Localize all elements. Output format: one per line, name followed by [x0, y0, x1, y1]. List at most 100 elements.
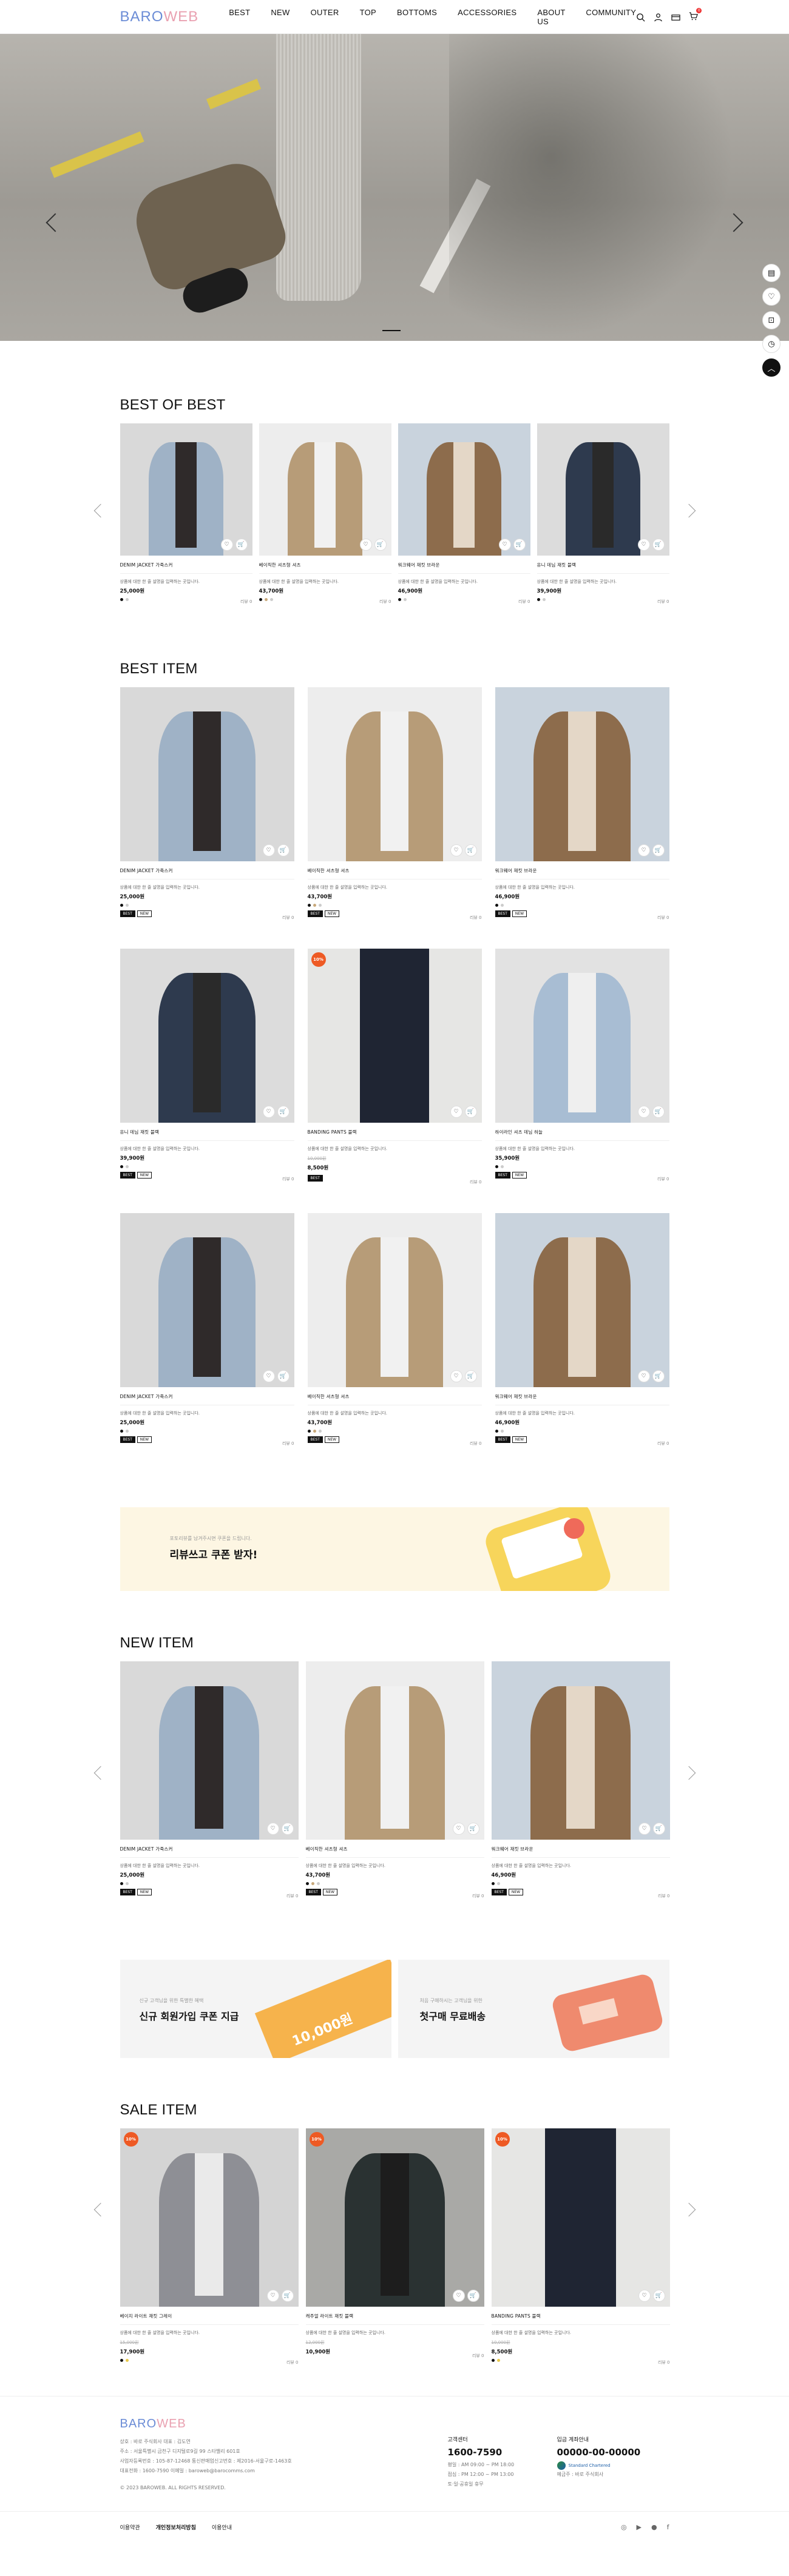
nav-about-us[interactable]: ABOUT US [537, 8, 565, 26]
facebook-icon[interactable]: f [667, 2523, 669, 2531]
next-arrow-icon[interactable] [682, 1766, 696, 1780]
hero-slider[interactable] [0, 34, 789, 341]
product-image[interactable]: ♡ 🛒 [495, 687, 669, 861]
product-name[interactable]: 캐주얼 라이트 재킷 블랙 [305, 2313, 484, 2325]
product-card[interactable]: ♡ 🛒 베이직한 셔츠형 셔츠 상품에 대한 한 줄 설명을 입력하는 곳입니다.… [307, 687, 482, 921]
product-card[interactable]: 10% ♡ 🛒 BANDING PANTS 블랙 상품에 대한 한 줄 설명을 입력… [491, 2128, 670, 2366]
heart-icon[interactable]: ♡ [266, 1823, 279, 1835]
product-name[interactable]: 워크웨어 재킷 브라운 [495, 867, 669, 879]
cart-icon[interactable]: 🛒 [464, 1106, 477, 1118]
product-name[interactable]: 베이직한 셔츠형 셔츠 [307, 1393, 482, 1405]
prev-arrow-icon[interactable] [93, 503, 107, 518]
product-name[interactable]: BANDING PANTS 블랙 [491, 2313, 670, 2325]
cs-phone[interactable]: 1600-7590 [448, 2447, 557, 2458]
nav-new[interactable]: NEW [271, 8, 290, 26]
product-name[interactable]: 워크웨어 재킷 브라운 [491, 1846, 670, 1858]
cart-icon[interactable]: 🛒 [374, 539, 387, 551]
product-image[interactable]: 10% ♡ 🛒 [491, 2128, 670, 2307]
heart-icon[interactable]: ♡ [266, 2290, 279, 2302]
prev-arrow-icon[interactable] [93, 1766, 107, 1780]
review-coupon-banner[interactable]: 포토리뷰를 남겨주시면 쿠폰을 드립니다. 리뷰쓰고 쿠폰 받자! [120, 1507, 669, 1591]
heart-icon[interactable]: ♡ [359, 539, 372, 551]
recent-icon[interactable]: ▤ [762, 264, 781, 282]
product-card[interactable]: ♡ 🛒 DENIM JACKET 가죽스커 상품에 대한 한 줄 설명을 입력하는… [120, 423, 252, 605]
product-name[interactable]: DENIM JACKET 가죽스커 [120, 1393, 294, 1405]
heart-icon[interactable]: ♡ [450, 844, 462, 856]
search-icon[interactable] [636, 13, 645, 22]
next-arrow-icon[interactable] [682, 503, 696, 518]
product-name[interactable]: 베이직한 셔츠형 셔츠 [305, 1846, 484, 1858]
product-image[interactable]: ♡ 🛒 [491, 1661, 670, 1840]
heart-icon[interactable]: ♡ [762, 288, 781, 306]
cart-icon[interactable]: 🛒 [277, 844, 290, 856]
cart-icon[interactable]: 🛒 [464, 844, 477, 856]
product-name[interactable]: 워크웨어 재킷 브라운 [495, 1393, 669, 1405]
product-image[interactable]: ♡ 🛒 [305, 1661, 484, 1840]
product-image[interactable]: ♡ 🛒 [307, 687, 482, 861]
heart-icon[interactable]: ♡ [637, 539, 650, 551]
arrow-up-icon[interactable]: ︿ [762, 358, 781, 377]
heart-icon[interactable]: ♡ [262, 844, 275, 856]
heart-icon[interactable]: ♡ [450, 1370, 462, 1382]
product-image[interactable]: 10% ♡ 🛒 [307, 949, 482, 1123]
product-card[interactable]: ♡ 🛒 워크웨어 재킷 브라운 상품에 대한 한 줄 설명을 입력하는 곳입니다.… [398, 423, 530, 605]
product-card[interactable]: ♡ 🛒 DENIM JACKET 가죽스커 상품에 대한 한 줄 설명을 입력하는… [120, 1213, 294, 1447]
product-name[interactable]: BANDING PANTS 블랙 [307, 1129, 482, 1141]
nav-bottoms[interactable]: BOTTOMS [397, 8, 437, 26]
product-name[interactable]: 워크웨어 재킷 브라운 [398, 562, 530, 574]
nav-community[interactable]: COMMUNITY [586, 8, 636, 26]
cart-icon[interactable]: 🛒 [652, 1106, 665, 1118]
cart-icon[interactable]: 🛒 [652, 539, 665, 551]
product-name[interactable]: DENIM JACKET 가죽스커 [120, 1846, 299, 1858]
signup-coupon-banner[interactable]: 신규 고객님을 위한 특별한 혜택 신규 회원가입 쿠폰 지급 10,000원 [120, 1960, 391, 2058]
heart-icon[interactable]: ♡ [637, 844, 650, 856]
cart-icon[interactable]: 🛒 [281, 1823, 294, 1835]
product-card[interactable]: ♡ 🛒 워크웨어 재킷 브라운 상품에 대한 한 줄 설명을 입력하는 곳입니다.… [491, 1661, 670, 1899]
product-image[interactable]: 10% ♡ 🛒 [120, 2128, 299, 2307]
product-card[interactable]: ♡ 🛒 워크웨어 재킷 브라운 상품에 대한 한 줄 설명을 입력하는 곳입니다.… [495, 687, 669, 921]
product-name[interactable]: 베이직한 셔츠형 셔츠 [259, 562, 391, 574]
product-image[interactable]: ♡ 🛒 [537, 423, 669, 556]
product-image[interactable]: ♡ 🛒 [120, 423, 252, 556]
nav-accessories[interactable]: ACCESSORIES [458, 8, 516, 26]
product-image[interactable]: ♡ 🛒 [120, 1661, 299, 1840]
cart-icon[interactable]: 🛒 [464, 1370, 477, 1382]
product-card[interactable]: 10% ♡ 🛒 BANDING PANTS 블랙 상품에 대한 한 줄 설명을 입력… [307, 949, 482, 1185]
privacy-link[interactable]: 개인정보처리방침 [156, 2523, 196, 2531]
clock-icon[interactable]: ◷ [762, 335, 781, 353]
heart-icon[interactable]: ♡ [452, 2290, 465, 2302]
heart-icon[interactable]: ♡ [450, 1106, 462, 1118]
heart-icon[interactable]: ♡ [452, 1823, 465, 1835]
heart-icon[interactable]: ♡ [498, 539, 511, 551]
heart-icon[interactable]: ♡ [637, 1370, 650, 1382]
nav-outer[interactable]: OUTER [311, 8, 339, 26]
footer-logo[interactable]: BAROWEB [120, 2417, 448, 2431]
product-name[interactable]: DENIM JACKET 가죽스커 [120, 867, 294, 879]
cart-icon[interactable]: 🛒 [467, 2290, 479, 2302]
product-card[interactable]: ♡ 🛒 하이라인 셔츠 데님 하늘 상품에 대한 한 줄 설명을 입력하는 곳입니… [495, 949, 669, 1185]
product-card[interactable]: 10% ♡ 🛒 베이지 라이트 재킷 그레이 상품에 대한 한 줄 설명을 입력하는… [120, 2128, 299, 2366]
free-delivery-banner[interactable]: 처음 구매하시는 고객님을 위한 첫구매 무료배송 [398, 1960, 669, 2058]
card-icon[interactable] [671, 13, 680, 22]
product-name[interactable]: 하이라인 셔츠 데님 하늘 [495, 1129, 669, 1141]
heart-icon[interactable]: ♡ [220, 539, 233, 551]
product-image[interactable]: ♡ 🛒 [307, 1213, 482, 1387]
nav-best[interactable]: BEST [229, 8, 250, 26]
heart-icon[interactable]: ♡ [262, 1106, 275, 1118]
product-card[interactable]: ♡ 🛒 유니 데님 재킷 블랙 상품에 대한 한 줄 설명을 입력하는 곳입니다.… [120, 949, 294, 1185]
cart-icon[interactable]: 🛒 [652, 844, 665, 856]
product-image[interactable]: ♡ 🛒 [495, 1213, 669, 1387]
blog-icon[interactable]: ● [651, 2523, 657, 2531]
heart-icon[interactable]: ♡ [638, 2290, 651, 2302]
heart-icon[interactable]: ♡ [638, 1823, 651, 1835]
cart-icon[interactable]: 🛒 [652, 2290, 665, 2302]
cart-icon[interactable]: 🛒 [281, 2290, 294, 2302]
cart-icon[interactable]: 🛒 [652, 1823, 665, 1835]
prev-arrow-icon[interactable] [93, 2202, 107, 2217]
product-name[interactable]: 베이지 라이트 재킷 그레이 [120, 2313, 299, 2325]
product-image[interactable]: ♡ 🛒 [120, 687, 294, 861]
terms-link[interactable]: 이용약관 [120, 2523, 140, 2531]
product-card[interactable]: ♡ 🛒 베이직한 셔츠형 셔츠 상품에 대한 한 줄 설명을 입력하는 곳입니다.… [259, 423, 391, 605]
product-card[interactable]: ♡ 🛒 DENIM JACKET 가죽스커 상품에 대한 한 줄 설명을 입력하는… [120, 687, 294, 921]
product-image[interactable]: ♡ 🛒 [259, 423, 391, 556]
